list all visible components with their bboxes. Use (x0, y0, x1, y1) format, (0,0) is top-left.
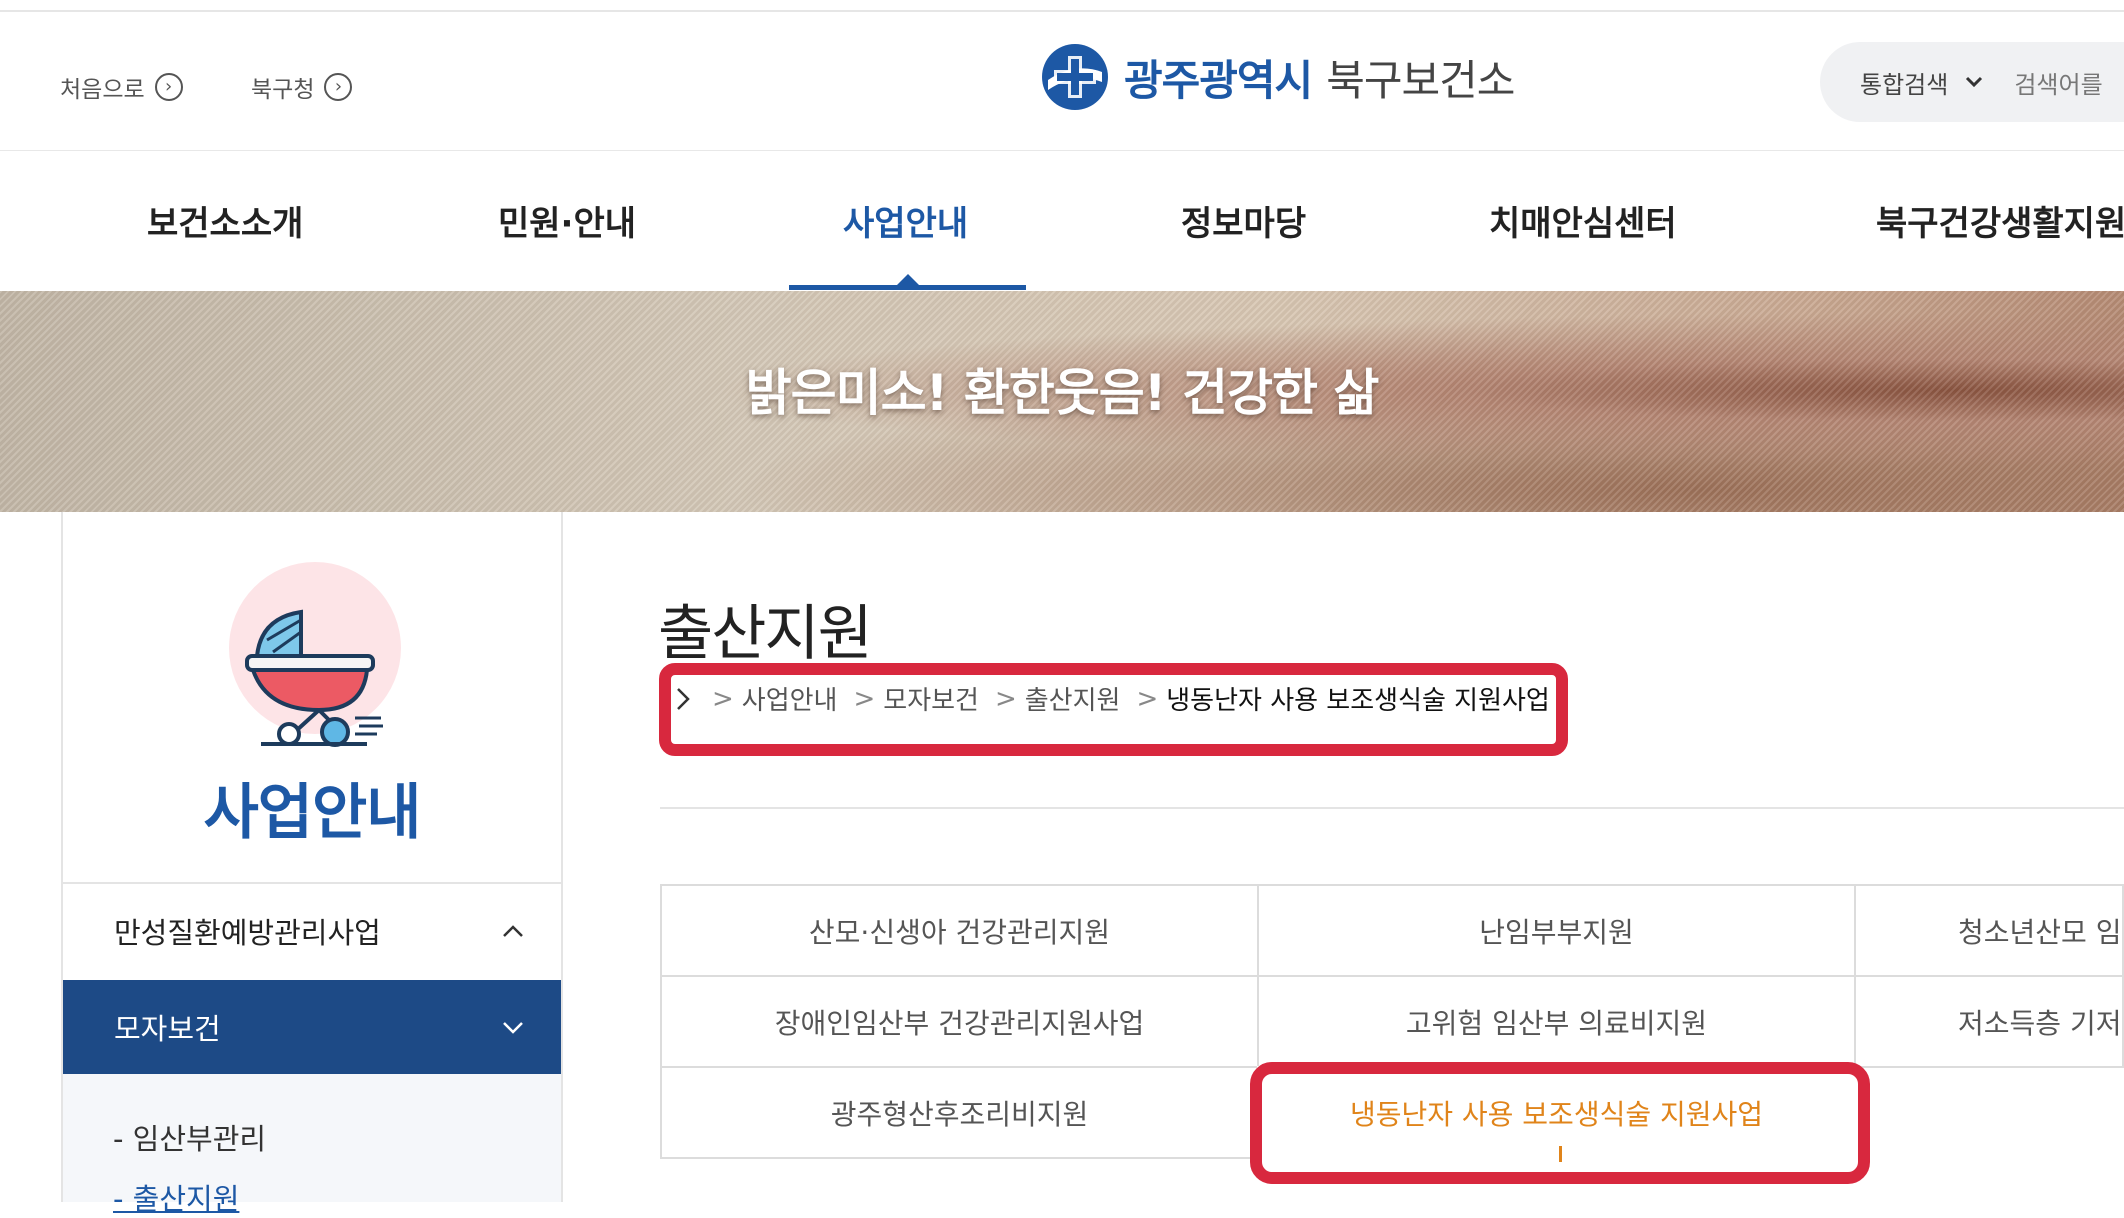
tab-disabled-pregnant-care[interactable]: 장애인임산부 건강관리지원사업 (660, 975, 1259, 1068)
home-link[interactable]: 처음으로 › (60, 70, 183, 104)
side-submenu-pregnant-care[interactable]: - 임산부관리 (113, 1116, 266, 1158)
search-box: 통합검색 검색어를 (1820, 42, 2124, 122)
chevron-up-icon (503, 925, 523, 937)
side-submenu: - 임산부관리 - 출산지원 (63, 1074, 561, 1216)
chevron-down-icon (1966, 76, 1983, 88)
logo-center-text: 북구보건소 (1326, 55, 1515, 105)
side-submenu-birth-support[interactable]: - 출산지원 (113, 1176, 239, 1218)
home-link-label: 처음으로 (60, 77, 145, 103)
nav-item-healthy-living[interactable]: 북구건강생활지원 (1876, 196, 2124, 245)
tab-high-risk-pregnancy-medical[interactable]: 고위험 임산부 의료비지원 (1257, 975, 1856, 1068)
page-title: 출산지원 (658, 599, 873, 669)
chevron-right-circle-icon: › (154, 73, 183, 101)
site-logo[interactable]: 광주광역시 북구보건소 (1040, 42, 1515, 112)
bukgu-office-link-label: 북구청 (251, 77, 315, 103)
tab-highlight-box (1250, 1062, 1870, 1184)
tab-gwangju-postpartum-cost[interactable]: 광주형산후조리비지원 (660, 1066, 1259, 1159)
nav-item-info[interactable]: 정보마당 (1181, 196, 1306, 245)
top-border (0, 0, 2124, 12)
main-navigation: 보건소소개 민원·안내 사업안내 정보마당 치매안심센터 북구건강생활지원 (0, 150, 2124, 290)
sub-visual-banner: 밝은미소! 환한웃음! 건강한 삶 (0, 291, 2124, 512)
nav-item-civil-service[interactable]: 민원·안내 (498, 196, 636, 245)
tab-postpartum-newborn-care[interactable]: 산모·신생아 건강관리지원 (660, 884, 1259, 977)
side-navigation: 사업안내 만성질환예방관리사업 모자보건 - 임산부관리 - 출산지원 (61, 512, 563, 1216)
search-input[interactable]: 검색어를 (2014, 65, 2102, 100)
tab-low-income-diaper[interactable]: 저소득층 기저 (1854, 975, 2124, 1068)
stroller-icon (227, 560, 403, 750)
breadcrumb-highlight-box (659, 663, 1568, 756)
nav-item-about[interactable]: 보건소소개 (147, 196, 303, 245)
side-menu-label: 모자보건 (114, 1012, 221, 1046)
tab-infertility-support[interactable]: 난임부부지원 (1257, 884, 1856, 977)
side-navigation-title: 사업안내 (203, 778, 422, 848)
search-scope-select[interactable]: 통합검색 (1860, 65, 1984, 100)
active-nav-underline (789, 285, 1026, 290)
nav-item-dementia-center[interactable]: 치매안심센터 (1489, 196, 1677, 245)
content-divider (660, 807, 2124, 809)
nav-item-business[interactable]: 사업안내 (843, 196, 968, 245)
chevron-right-circle-icon: › (324, 73, 353, 101)
health-center-emblem-icon (1042, 44, 1108, 110)
side-menu-label: 만성질환예방관리사업 (114, 916, 381, 950)
tab-teen-mother-support[interactable]: 청소년산모 임 (1854, 884, 2124, 977)
active-nav-pointer (897, 274, 919, 285)
bukgu-office-link[interactable]: 북구청 › (251, 70, 353, 104)
chevron-down-icon (503, 1022, 523, 1034)
search-scope-label: 통합검색 (1860, 70, 1949, 99)
side-menu-chronic-disease[interactable]: 만성질환예방관리사업 (63, 882, 561, 978)
banner-slogan: 밝은미소! 환한웃음! 건강한 삶 (745, 364, 1380, 422)
logo-city-text: 광주광역시 (1124, 55, 1313, 105)
side-menu-maternal-child-health[interactable]: 모자보건 (63, 980, 561, 1074)
